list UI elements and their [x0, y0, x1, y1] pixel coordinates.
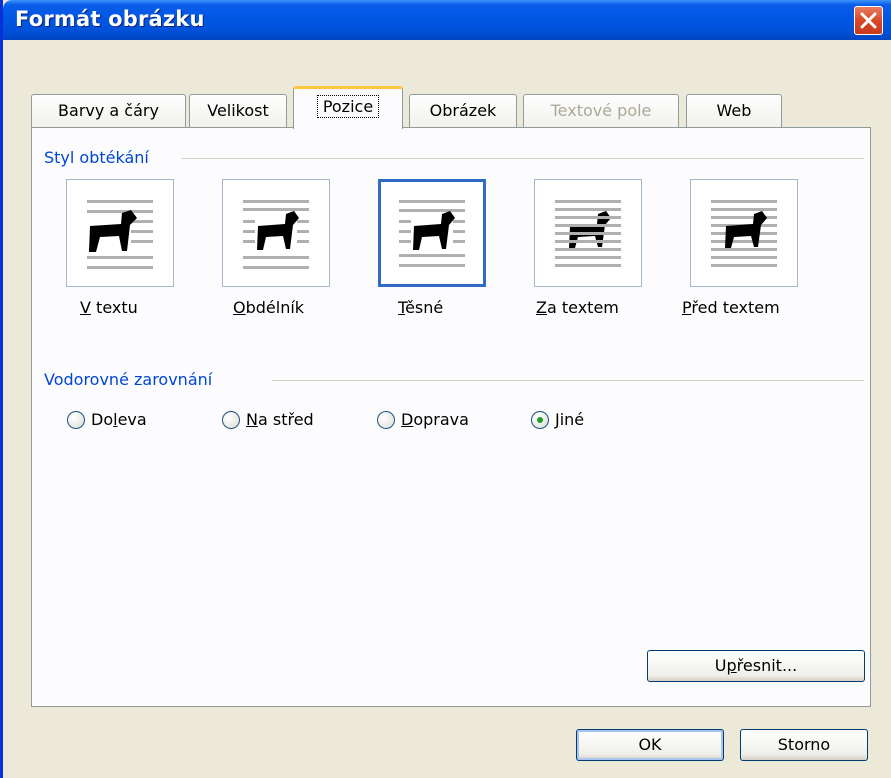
wrap-label-behind[interactable]: Za textem: [536, 298, 619, 317]
behind-text-dog-icon: [555, 200, 621, 267]
radio-circle[interactable]: [222, 411, 240, 429]
position-panel: Styl obtékání V textu Obdélník Těsné Za …: [31, 127, 871, 707]
tab-size[interactable]: Velikost: [189, 94, 287, 128]
format-picture-dialog: Formát obrázku Barvy a čáry Velikost Poz…: [0, 0, 891, 778]
dialog-title: Formát obrázku: [15, 7, 205, 31]
tight-dog-icon: [399, 200, 465, 267]
wrap-label-inline[interactable]: V textu: [80, 298, 138, 317]
close-icon: [860, 12, 877, 29]
cancel-button[interactable]: Storno: [740, 729, 868, 761]
wrap-label-tight[interactable]: Těsné: [398, 298, 443, 317]
wrap-label-square[interactable]: Obdélník: [233, 298, 304, 317]
tab-colors-lines[interactable]: Barvy a čáry: [31, 94, 186, 128]
radio-circle[interactable]: [67, 411, 85, 429]
ok-button[interactable]: OK: [576, 729, 724, 761]
square-dog-icon: [243, 200, 309, 269]
align-section-title: Vodorovné zarovnání: [44, 370, 219, 389]
tab-web[interactable]: Web: [686, 94, 782, 128]
tab-strip: Barvy a čáry Velikost Pozice Obrázek Tex…: [31, 86, 871, 129]
inline-dog-icon: [87, 200, 153, 269]
close-button[interactable]: [854, 6, 883, 35]
front-text-dog-icon: [711, 200, 777, 267]
tab-picture[interactable]: Obrázek: [409, 94, 517, 128]
wrap-section-divider: [182, 158, 864, 159]
wrap-option-behind[interactable]: [534, 179, 642, 287]
advanced-button[interactable]: Upřesnit...: [647, 650, 865, 682]
radio-circle[interactable]: [377, 411, 395, 429]
wrap-section-title: Styl obtékání: [44, 148, 155, 167]
radio-circle-checked[interactable]: [531, 411, 549, 429]
wrap-option-square[interactable]: [222, 179, 330, 287]
wrap-option-in-front[interactable]: [690, 179, 798, 287]
title-bar[interactable]: Formát obrázku: [3, 0, 891, 40]
radio-selected-dot: [537, 417, 543, 423]
tab-text-box: Textové pole: [523, 94, 679, 128]
tab-position[interactable]: Pozice: [293, 86, 403, 129]
align-section-divider: [272, 380, 864, 381]
wrap-option-inline[interactable]: [66, 179, 174, 287]
wrap-label-in-front[interactable]: Před textem: [682, 298, 780, 317]
wrap-option-tight[interactable]: [378, 179, 486, 287]
